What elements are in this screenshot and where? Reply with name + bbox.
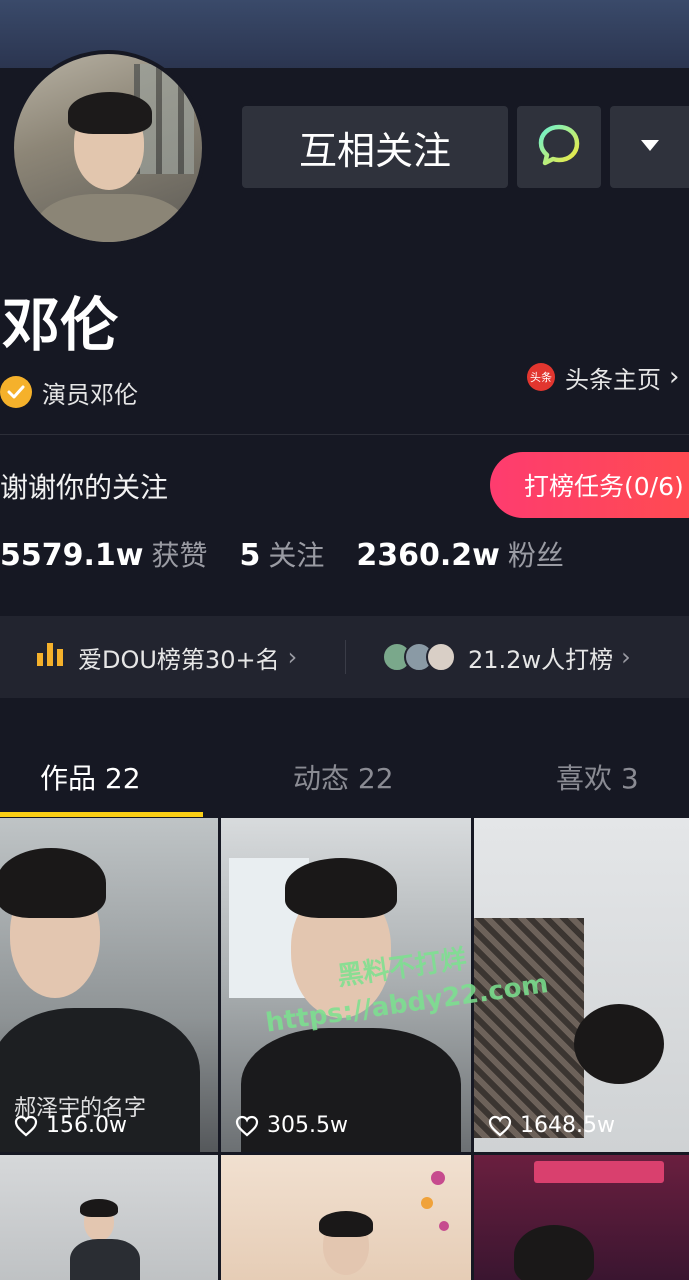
mutual-follow-button[interactable]: 互相关注	[242, 106, 508, 188]
dou-rank-link[interactable]: 爱DOU榜第30+名 ›	[0, 640, 345, 675]
chevron-right-icon: ›	[287, 643, 298, 671]
thumbnail-decoration	[411, 1165, 461, 1265]
video-thumbnail[interactable]: 郝泽宇的名字 156.0w	[0, 818, 218, 1152]
video-likes: 1648.5w	[488, 1113, 615, 1138]
toutiao-label: 头条主页	[565, 365, 661, 394]
following-count[interactable]: 5	[240, 538, 261, 573]
message-button[interactable]	[517, 106, 601, 188]
profile-bio: 谢谢你的关注	[0, 471, 169, 504]
following-label[interactable]: 关注	[268, 534, 324, 574]
toutiao-homepage-link[interactable]: 头条 头条主页 ›	[527, 360, 679, 394]
heart-icon	[488, 1115, 512, 1136]
thumbnail-figure	[285, 858, 397, 918]
verification-badge: 演员邓伦	[0, 374, 138, 410]
supporter-avatars	[382, 642, 456, 672]
tab-likes[interactable]: 喜欢 3	[556, 740, 639, 814]
profile-name: 邓伦	[2, 291, 119, 359]
chevron-right-icon: ›	[669, 362, 680, 392]
thumbnail-figure	[70, 1239, 140, 1280]
bar-chart-icon	[36, 641, 66, 673]
followers-count[interactable]: 2360.2w	[356, 538, 499, 573]
chat-bubble-icon	[536, 122, 582, 172]
dou-supporters-link[interactable]: 21.2w人打榜 ›	[346, 640, 631, 675]
video-likes: 305.5w	[235, 1113, 348, 1138]
thumbnail-figure	[0, 848, 106, 918]
video-thumbnail[interactable]	[0, 1155, 218, 1280]
avatar[interactable]	[10, 50, 206, 246]
video-likes-count: 1648.5w	[520, 1113, 615, 1138]
likes-label: 获赞	[151, 539, 208, 572]
more-options-button[interactable]	[610, 106, 689, 188]
heart-icon	[14, 1115, 38, 1136]
tab-moments[interactable]: 动态 22	[293, 740, 394, 814]
section-divider	[0, 434, 689, 435]
avatar-coat	[36, 194, 186, 242]
video-likes-count: 305.5w	[267, 1113, 348, 1138]
verification-label: 演员邓伦	[42, 380, 138, 409]
rank-task-button[interactable]: 打榜任务(0/6)	[490, 452, 689, 518]
video-likes-count: 156.0w	[46, 1113, 127, 1138]
thumbnail-figure	[574, 1004, 664, 1084]
dropdown-arrow-icon	[640, 138, 660, 157]
dou-rank-text: 爱DOU榜第30+名	[78, 645, 280, 674]
content-tabs: 作品 22 动态 22 喜欢 3	[0, 740, 689, 818]
profile-stats: 5579.1w 获赞 5 关注 2360.2w 粉丝	[0, 534, 564, 574]
supporter-avatar	[426, 642, 456, 672]
thumbnail-figure	[514, 1225, 594, 1280]
heart-icon	[235, 1115, 259, 1136]
dou-ranking-bar: 爱DOU榜第30+名 › 21.2w人打榜 ›	[0, 616, 689, 698]
tab-works[interactable]: 作品 22	[40, 740, 141, 814]
video-likes: 156.0w	[14, 1113, 127, 1138]
video-thumbnail[interactable]	[221, 1155, 471, 1280]
thumbnail-figure	[319, 1211, 373, 1237]
thumbnail-banner	[534, 1161, 664, 1183]
likes-count: 5579.1w	[0, 538, 144, 573]
verified-check-icon	[0, 376, 32, 408]
active-tab-indicator	[0, 812, 203, 817]
followers-label[interactable]: 粉丝	[508, 534, 564, 574]
video-thumbnail[interactable]	[474, 1155, 689, 1280]
dou-supporters-text: 21.2w人打榜	[468, 645, 614, 674]
chevron-right-icon: ›	[621, 643, 631, 671]
thumbnail-figure	[80, 1199, 118, 1217]
avatar-hair	[68, 92, 152, 134]
toutiao-logo-icon: 头条	[527, 363, 555, 391]
